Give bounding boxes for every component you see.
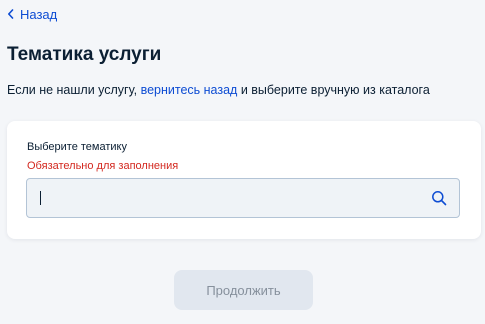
back-link[interactable]: Назад (7, 6, 57, 22)
back-link-label: Назад (20, 6, 58, 22)
chevron-left-icon (8, 9, 14, 19)
page-title: Тематика услуги (7, 44, 162, 65)
topic-card: Выберите тематику Обязательно для заполн… (7, 121, 481, 239)
go-back-link[interactable]: вернитесь назад (141, 83, 238, 97)
topic-search-box[interactable] (26, 178, 460, 218)
topic-search-input[interactable] (27, 179, 417, 217)
continue-button[interactable]: Продолжить (174, 270, 313, 310)
subtitle-text-after: и выберите вручную из каталога (237, 83, 430, 97)
topic-field-error: Обязательно для заполнения (27, 160, 179, 172)
subtitle-text-before: Если не нашли услугу, (7, 83, 141, 97)
topic-field-label: Выберите тематику (27, 141, 127, 153)
page-subtitle: Если не нашли услугу, вернитесь назад и … (7, 82, 430, 98)
search-icon[interactable] (431, 190, 447, 206)
text-cursor (40, 191, 41, 205)
